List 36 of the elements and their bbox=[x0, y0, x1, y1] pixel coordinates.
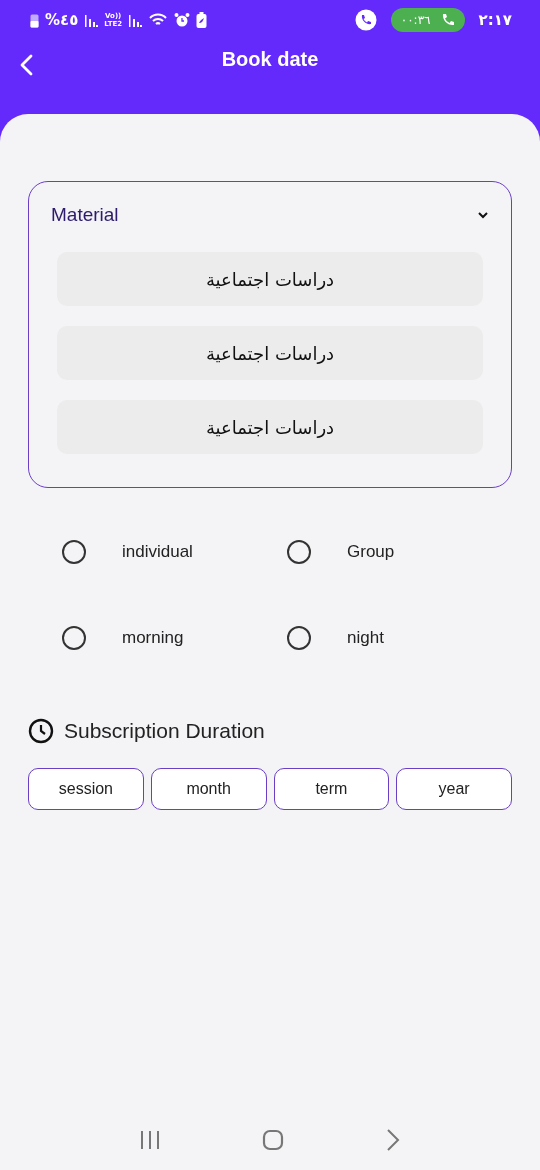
phone-icon bbox=[440, 13, 455, 27]
radio-option[interactable]: night bbox=[287, 626, 512, 650]
radio-label: morning bbox=[122, 627, 184, 649]
radio-icon[interactable] bbox=[287, 626, 311, 650]
radio-option[interactable]: Group bbox=[287, 540, 512, 564]
battery-percent: %٤٥ bbox=[45, 11, 79, 29]
section-title: Subscription Duration bbox=[64, 719, 265, 743]
chevron-icon[interactable] bbox=[477, 211, 489, 219]
material-option[interactable]: دراسات اجتماعية bbox=[57, 252, 483, 306]
phone-icon bbox=[354, 9, 377, 31]
radio-option[interactable]: morning bbox=[62, 626, 287, 650]
radio-label: individual bbox=[122, 541, 193, 563]
radio-icon[interactable] bbox=[287, 540, 311, 564]
duration-chip[interactable]: term bbox=[273, 768, 390, 810]
duration-chip[interactable]: month bbox=[150, 768, 267, 810]
wifi-icon bbox=[148, 12, 169, 28]
home-icon[interactable] bbox=[262, 1129, 284, 1151]
radio-icon[interactable] bbox=[62, 626, 86, 650]
clock-icon bbox=[28, 718, 54, 744]
signal-icon bbox=[128, 13, 143, 27]
screen-title: Book date bbox=[221, 48, 319, 71]
material-option[interactable]: دراسات اجتماعية bbox=[57, 400, 483, 454]
alarm-icon bbox=[174, 12, 191, 28]
radio-icon[interactable] bbox=[62, 540, 86, 564]
radio-label: night bbox=[347, 627, 384, 649]
recent-apps-icon[interactable] bbox=[138, 1129, 161, 1151]
radio-option[interactable]: individual bbox=[62, 540, 287, 564]
duration-chip[interactable]: session bbox=[28, 768, 144, 810]
battery-icon bbox=[30, 12, 39, 28]
signal-icon bbox=[84, 13, 99, 27]
radio-label: Group bbox=[347, 541, 395, 563]
clock-time: ٢:١٧ bbox=[478, 11, 512, 29]
material-option[interactable]: دراسات اجتماعية bbox=[57, 326, 483, 380]
material-label: Material bbox=[51, 204, 119, 226]
battery-saver-icon bbox=[196, 12, 208, 28]
duration-chip[interactable]: year bbox=[396, 768, 512, 810]
